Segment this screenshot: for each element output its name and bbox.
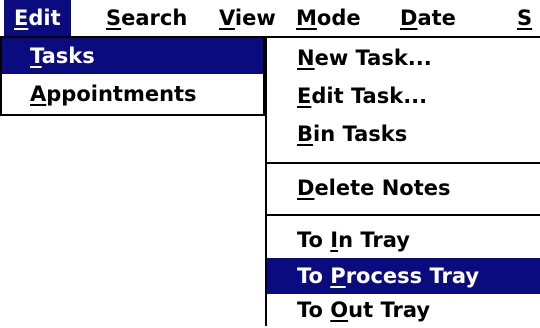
menu-search[interactable]: Search <box>106 0 187 36</box>
to-process-tray-accel: P <box>330 264 346 288</box>
menu-view-accel: V <box>219 6 235 30</box>
menu-mode-label: ode <box>316 6 361 30</box>
submenu-item-to-in-tray[interactable]: To In Tray <box>267 222 540 258</box>
edit-menu-item-appointments[interactable]: Appointments <box>2 76 263 112</box>
submenu-item-to-out-tray[interactable]: To Out Tray <box>267 292 540 328</box>
submenu-item-bin-tasks[interactable]: Bin Tasks <box>267 116 540 152</box>
new-task-label: ew Task... <box>314 46 432 70</box>
to-out-tray-accel: O <box>330 298 349 322</box>
menu-edit-accel: E <box>14 6 29 30</box>
menu-separator <box>267 162 540 164</box>
bin-tasks-label: in Tasks <box>313 122 408 146</box>
edit-task-label: dit Task... <box>311 84 428 108</box>
to-in-tray-prefix: To <box>297 228 331 252</box>
to-out-tray-prefix: To <box>297 298 331 322</box>
to-process-tray-prefix: To <box>297 264 331 288</box>
menu-s-accel: S <box>517 6 533 30</box>
edit-menu-item-tasks[interactable]: Tasks <box>2 38 263 74</box>
new-task-accel: N <box>297 46 315 70</box>
menu-bar: Edit Search View Mode Date S <box>0 0 540 36</box>
tasks-accel: T <box>30 44 42 68</box>
edit-task-accel: E <box>297 84 312 108</box>
submenu-item-edit-task[interactable]: Edit Task... <box>267 78 540 114</box>
menu-date-accel: D <box>400 6 418 30</box>
submenu-item-to-process-tray[interactable]: To Process Tray <box>267 258 540 294</box>
menu-date[interactable]: Date <box>400 0 456 36</box>
submenu-item-delete-notes[interactable]: Delete Notes <box>267 170 540 206</box>
menu-separator <box>267 214 540 216</box>
appointments-label: ppointments <box>46 82 197 106</box>
menu-mode-accel: M <box>296 6 317 30</box>
to-in-tray-label: n Tray <box>338 228 410 252</box>
bin-tasks-accel: B <box>297 122 314 146</box>
menu-date-label: ate <box>417 6 456 30</box>
tasks-label: asks <box>41 44 95 68</box>
to-out-tray-label: ut Tray <box>348 298 431 322</box>
menu-edit-label: dit <box>28 6 61 30</box>
appointments-accel: A <box>30 82 47 106</box>
to-process-tray-label: rocess Tray <box>345 264 480 288</box>
tasks-submenu: New Task... Edit Task... Bin Tasks Delet… <box>265 36 540 326</box>
menu-edit[interactable]: Edit <box>4 0 71 36</box>
delete-notes-label: elete Notes <box>314 176 451 200</box>
menu-s-clipped[interactable]: S <box>517 0 532 36</box>
to-in-tray-accel: I <box>330 228 339 252</box>
menu-mode[interactable]: Mode <box>296 0 361 36</box>
delete-notes-accel: D <box>297 176 315 200</box>
submenu-item-new-task[interactable]: New Task... <box>267 40 540 76</box>
menu-search-accel: S <box>106 6 122 30</box>
menu-view[interactable]: View <box>219 0 276 36</box>
menu-view-label: iew <box>234 6 276 30</box>
menu-search-label: earch <box>121 6 188 30</box>
edit-menu: Tasks Appointments <box>0 36 265 116</box>
